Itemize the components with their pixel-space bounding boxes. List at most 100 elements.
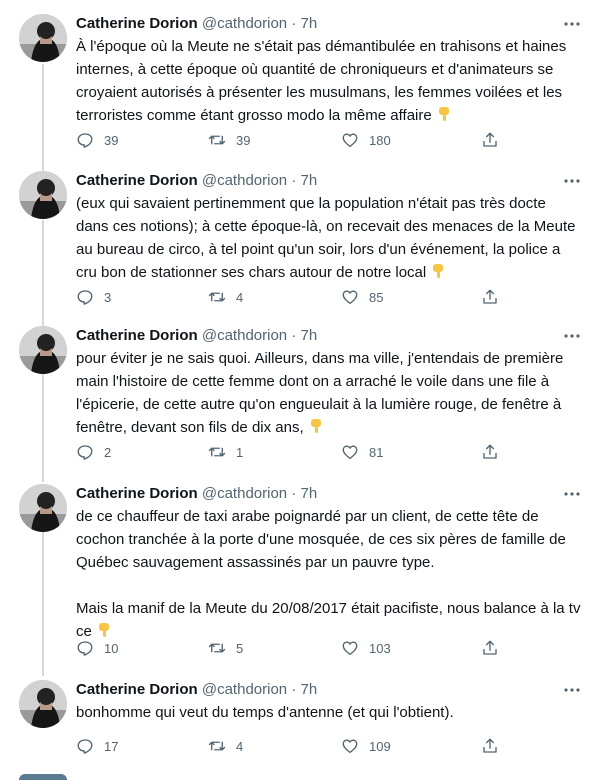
more-icon[interactable] xyxy=(562,14,582,34)
reply-icon xyxy=(77,133,93,148)
reply-button[interactable]: 3 xyxy=(76,287,111,307)
retweet-count: 4 xyxy=(236,289,244,305)
like-count: 109 xyxy=(369,738,391,754)
reply-count: 39 xyxy=(104,132,119,148)
separator-dot: · xyxy=(291,15,297,32)
retweet-count: 39 xyxy=(236,132,251,148)
share-icon xyxy=(483,132,497,147)
reply-icon xyxy=(77,641,93,656)
retweet-button[interactable]: 39 xyxy=(208,130,250,150)
tweet-header: Catherine Dorion @cathdorion · 7h xyxy=(76,326,317,346)
reply-count: 3 xyxy=(104,289,112,305)
like-button[interactable]: 109 xyxy=(341,736,391,756)
like-button[interactable]: 180 xyxy=(341,130,391,150)
separator-dot: · xyxy=(291,681,297,698)
tweet-time[interactable]: 7h xyxy=(300,485,317,502)
tweet-text: À l'époque où la Meute ne s'était pas dé… xyxy=(76,35,582,127)
like-count: 180 xyxy=(369,132,391,148)
retweet-icon xyxy=(208,292,226,302)
retweet-icon xyxy=(208,135,226,145)
reply-icon xyxy=(77,290,93,305)
next-tweet-avatar[interactable] xyxy=(19,774,67,780)
more-icon[interactable] xyxy=(562,484,582,504)
tweet-paragraph: À l'époque où la Meute ne s'était pas dé… xyxy=(76,38,567,124)
like-button[interactable]: 85 xyxy=(341,287,383,307)
tweet-text: de ce chauffeur de taxi arabe poignardé … xyxy=(76,505,582,643)
retweet-icon xyxy=(208,643,226,653)
tweet-actions: 39 39 180 xyxy=(76,130,582,150)
share-button[interactable] xyxy=(481,736,499,756)
avatar[interactable] xyxy=(19,14,67,62)
share-button[interactable] xyxy=(481,442,499,462)
reply-button[interactable]: 10 xyxy=(76,638,118,658)
separator-dot: · xyxy=(291,172,297,189)
tweet-text: (eux qui savaient pertinemment que la po… xyxy=(76,192,582,284)
share-icon xyxy=(483,738,497,753)
author-handle[interactable]: @cathdorion xyxy=(202,172,287,189)
tweet[interactable]: Catherine Dorion @cathdorion · 7h de ce … xyxy=(0,484,600,662)
backhand-index-pointing-down-emoji-icon xyxy=(430,263,446,279)
tweet[interactable]: Catherine Dorion @cathdorion · 7h (eux q… xyxy=(0,171,600,311)
author-handle[interactable]: @cathdorion xyxy=(202,15,287,32)
tweet-text: pour éviter je ne sais quoi. Ailleurs, d… xyxy=(76,347,582,439)
avatar[interactable] xyxy=(19,680,67,728)
retweet-button[interactable]: 5 xyxy=(208,638,243,658)
retweet-button[interactable]: 4 xyxy=(208,287,243,307)
author-handle[interactable]: @cathdorion xyxy=(202,485,287,502)
more-icon[interactable] xyxy=(562,680,582,700)
tweet-header: Catherine Dorion @cathdorion · 7h xyxy=(76,171,317,191)
reply-button[interactable]: 2 xyxy=(76,442,111,462)
tweet-actions: 10 5 103 xyxy=(76,638,582,658)
tweet-actions: 3 4 85 xyxy=(76,287,582,307)
backhand-index-pointing-down-emoji-icon xyxy=(436,106,452,122)
tweet[interactable]: Catherine Dorion @cathdorion · 7h pour é… xyxy=(0,326,600,466)
tweet[interactable]: Catherine Dorion @cathdorion · 7h bonhom… xyxy=(0,680,600,760)
reply-icon xyxy=(77,445,93,460)
share-icon xyxy=(483,444,497,459)
tweet-paragraph: bonhomme qui veut du temps d'antenne (et… xyxy=(76,704,454,721)
more-icon[interactable] xyxy=(562,171,582,191)
like-icon xyxy=(342,641,358,656)
retweet-button[interactable]: 4 xyxy=(208,736,243,756)
tweet-time[interactable]: 7h xyxy=(300,15,317,32)
reply-button[interactable]: 39 xyxy=(76,130,118,150)
like-button[interactable]: 81 xyxy=(341,442,383,462)
reply-icon xyxy=(77,739,93,754)
more-icon[interactable] xyxy=(562,326,582,346)
reply-button[interactable]: 17 xyxy=(76,736,118,756)
avatar[interactable] xyxy=(19,484,67,532)
avatar[interactable] xyxy=(19,326,67,374)
tweet-actions: 2 1 81 xyxy=(76,442,582,462)
author-name[interactable]: Catherine Dorion xyxy=(76,172,198,189)
share-button[interactable] xyxy=(481,638,499,658)
reply-count: 10 xyxy=(104,640,119,656)
tweet-paragraph: Mais la manif de la Meute du 20/08/2017 … xyxy=(76,600,581,640)
retweet-icon xyxy=(208,741,226,751)
author-handle[interactable]: @cathdorion xyxy=(202,327,287,344)
like-count: 103 xyxy=(369,640,391,656)
reply-count: 2 xyxy=(104,444,112,460)
retweet-count: 1 xyxy=(236,444,244,460)
tweet-time[interactable]: 7h xyxy=(300,681,317,698)
tweet-paragraph: de ce chauffeur de taxi arabe poignardé … xyxy=(76,508,566,571)
author-name[interactable]: Catherine Dorion xyxy=(76,485,198,502)
author-name[interactable]: Catherine Dorion xyxy=(76,681,198,698)
share-button[interactable] xyxy=(481,287,499,307)
tweet-header: Catherine Dorion @cathdorion · 7h xyxy=(76,14,317,34)
tweet-time[interactable]: 7h xyxy=(300,327,317,344)
share-button[interactable] xyxy=(481,130,499,150)
tweet-header: Catherine Dorion @cathdorion · 7h xyxy=(76,680,317,700)
retweet-button[interactable]: 1 xyxy=(208,442,243,462)
tweet[interactable]: Catherine Dorion @cathdorion · 7h À l'ép… xyxy=(0,14,600,154)
reply-count: 17 xyxy=(104,738,119,754)
separator-dot: · xyxy=(291,327,297,344)
avatar[interactable] xyxy=(19,171,67,219)
author-name[interactable]: Catherine Dorion xyxy=(76,327,198,344)
author-handle[interactable]: @cathdorion xyxy=(202,681,287,698)
tweet-paragraph: (eux qui savaient pertinemment que la po… xyxy=(76,195,576,281)
tweet-time[interactable]: 7h xyxy=(300,172,317,189)
author-name[interactable]: Catherine Dorion xyxy=(76,15,198,32)
share-icon xyxy=(483,289,497,304)
like-button[interactable]: 103 xyxy=(341,638,391,658)
retweet-count: 5 xyxy=(236,640,244,656)
